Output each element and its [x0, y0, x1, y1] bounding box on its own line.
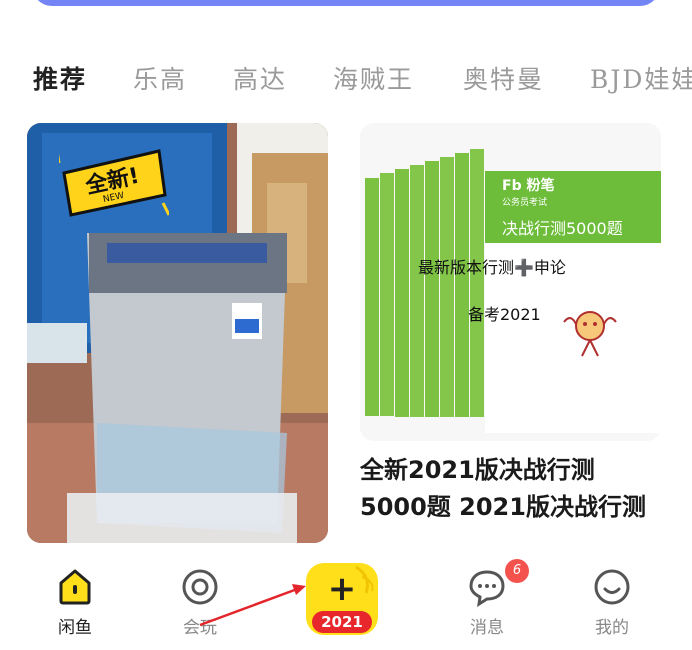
nav-mine-label: 我的 [595, 618, 629, 638]
exam-books-photo [360, 123, 661, 441]
smile-face-icon [594, 569, 630, 605]
nav-play-label: 会玩 [183, 618, 217, 638]
tab-bjd-doll[interactable]: BJD娃娃 [590, 60, 692, 96]
nav-home[interactable]: 闲鱼 [35, 567, 115, 638]
nav-mine[interactable]: 我的 [572, 567, 652, 638]
mascot-illustration [563, 311, 617, 357]
tab-gundam[interactable]: 高达 [233, 60, 287, 96]
nav-play[interactable]: 会玩 [160, 567, 240, 638]
search-bar[interactable] [32, 0, 660, 6]
overlay-caption-2: 备考2021 [468, 305, 541, 324]
overlay-caption-1: 最新版本行测➕申论 [418, 258, 566, 277]
nav-home-label: 闲鱼 [58, 618, 92, 638]
new-sticker: 全新! NEW [55, 143, 171, 217]
plus-icon: + [327, 569, 357, 609]
tab-ultraman[interactable]: 奥特曼 [463, 60, 544, 96]
messages-badge: 6 [505, 559, 529, 583]
cover-brand: Fb 粉笔 [502, 178, 555, 194]
cover-series: 公务员考试 [502, 198, 548, 208]
publish-button[interactable]: + 2021 [306, 563, 378, 635]
product-image-exam-books[interactable]: Fb 粉笔 公务员考试 决战行测5000题 最新版本行测➕申论 备考2021 [360, 123, 661, 441]
play-circle-icon [182, 569, 218, 605]
cover-title: 决战行测5000题 [502, 219, 623, 238]
publish-year-badge: 2021 [312, 611, 372, 633]
nav-messages-label: 消息 [470, 618, 504, 638]
category-tabs: 推荐 乐高 高达 海贼王 奥特曼 BJD娃娃 [0, 50, 692, 100]
fish-home-icon [59, 569, 91, 605]
tab-lego[interactable]: 乐高 [133, 60, 187, 96]
tab-recommend[interactable]: 推荐 [33, 60, 87, 96]
product-card-washing-machine[interactable]: 全新! NEW [27, 123, 328, 543]
tab-one-piece[interactable]: 海贼王 [333, 60, 414, 96]
chat-bubble-icon [469, 570, 505, 607]
product-title[interactable]: 全新2021版决战行测5000题 2021版决战行测 [360, 452, 660, 526]
